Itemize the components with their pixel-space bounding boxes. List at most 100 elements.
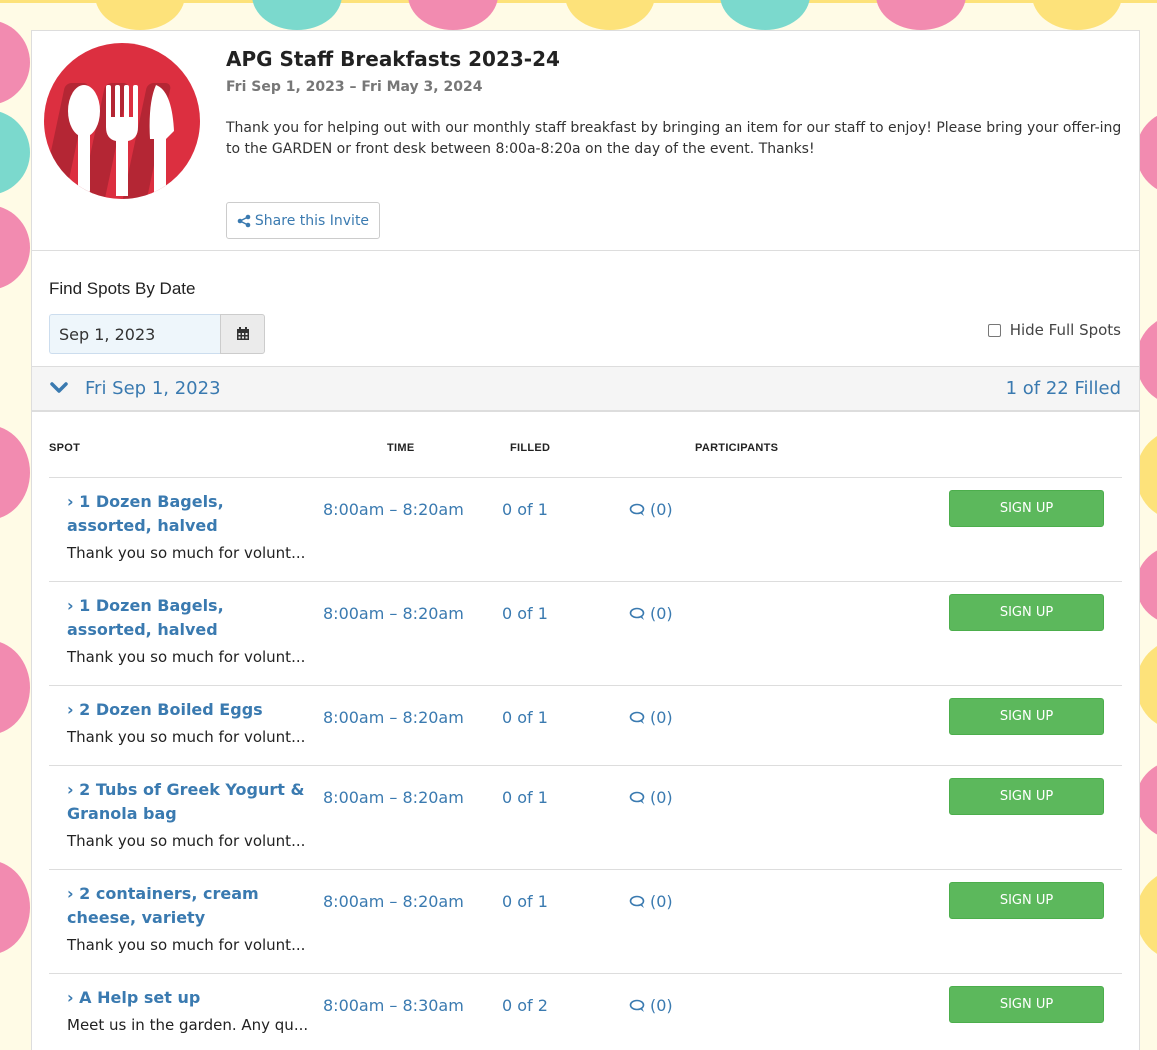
- share-invite-button[interactable]: Share this Invite: [226, 202, 380, 239]
- sign-up-button[interactable]: SIGN UP: [949, 490, 1104, 527]
- background-dot: [0, 425, 30, 520]
- comments-link[interactable]: (0): [629, 708, 673, 727]
- spot-time: 8:00am – 8:20am: [323, 500, 464, 519]
- spot-name-text: 1 Dozen Bagels, assorted, halved: [67, 596, 224, 639]
- spot-description: Thank you so much for volunt...: [67, 648, 306, 666]
- spot-filled: 0 of 1: [502, 500, 548, 519]
- column-header-spot: SPOT: [49, 442, 81, 454]
- table-row: › 2 Tubs of Greek Yogurt & Granola bag T…: [49, 765, 1122, 869]
- spot-time: 8:00am – 8:20am: [323, 604, 464, 623]
- comment-icon: [629, 607, 645, 620]
- table-row: › A Help set up Meet us in the garden. A…: [49, 973, 1122, 1050]
- comments-count: (0): [650, 996, 673, 1015]
- sign-up-button[interactable]: SIGN UP: [949, 698, 1104, 735]
- table-row: › 1 Dozen Bagels, assorted, halved Thank…: [49, 477, 1122, 581]
- comment-icon: [629, 711, 645, 724]
- spot-time: 8:00am – 8:20am: [323, 892, 464, 911]
- chevron-right-icon: ›: [67, 780, 74, 799]
- calendar-button[interactable]: [220, 314, 265, 354]
- chevron-right-icon: ›: [67, 596, 74, 615]
- background-dot: [252, 0, 342, 30]
- signup-card: APG Staff Breakfasts 2023-24 Fri Sep 1, …: [31, 30, 1140, 1050]
- comments-count: (0): [650, 892, 673, 911]
- fork-knife-spoon-icon: [44, 43, 200, 199]
- comments-link[interactable]: (0): [629, 892, 673, 911]
- spot-description: Thank you so much for volunt...: [67, 936, 306, 954]
- table-row: › 2 Dozen Boiled Eggs Thank you so much …: [49, 685, 1122, 765]
- background-dot: [0, 205, 30, 290]
- find-spots-label: Find Spots By Date: [49, 279, 196, 298]
- comments-link[interactable]: (0): [629, 788, 673, 807]
- spot-name-link[interactable]: › 2 containers, cream cheese, variety: [67, 882, 297, 930]
- column-header-participants: PARTICIPANTS: [695, 442, 779, 454]
- sign-up-button[interactable]: SIGN UP: [949, 986, 1104, 1023]
- spot-filled: 0 of 1: [502, 788, 548, 807]
- background-dot: [720, 0, 810, 30]
- chevron-right-icon: ›: [67, 492, 74, 511]
- background-dot: [876, 0, 966, 30]
- sign-up-button[interactable]: SIGN UP: [949, 594, 1104, 631]
- spot-description: Thank you so much for volunt...: [67, 832, 306, 850]
- spot-filled: 0 of 1: [502, 708, 548, 727]
- share-invite-label: Share this Invite: [254, 212, 370, 229]
- date-input[interactable]: Sep 1, 2023: [49, 314, 220, 354]
- spot-time: 8:00am – 8:20am: [323, 788, 464, 807]
- event-header: APG Staff Breakfasts 2023-24 Fri Sep 1, …: [32, 31, 1139, 251]
- comments-count: (0): [650, 708, 673, 727]
- spot-name-text: 2 Dozen Boiled Eggs: [79, 700, 263, 719]
- day-group-header[interactable]: Fri Sep 1, 2023 1 of 22 Filled: [32, 366, 1139, 412]
- spot-name-link[interactable]: › 1 Dozen Bagels, assorted, halved: [67, 594, 307, 642]
- comment-icon: [629, 999, 645, 1012]
- background-dot: [0, 640, 30, 735]
- spot-filled: 0 of 1: [502, 604, 548, 623]
- comment-icon: [629, 791, 645, 804]
- table-row: › 2 containers, cream cheese, variety Th…: [49, 869, 1122, 973]
- comments-link[interactable]: (0): [629, 500, 673, 519]
- spot-filled: 0 of 2: [502, 996, 548, 1015]
- hide-full-label: Hide Full Spots: [1009, 321, 1121, 339]
- hide-full-checkbox[interactable]: [987, 323, 1001, 337]
- comments-link[interactable]: (0): [629, 604, 673, 623]
- hide-full-spots-toggle[interactable]: Hide Full Spots: [987, 321, 1121, 339]
- spot-name-text: 2 Tubs of Greek Yogurt & Granola bag: [67, 780, 305, 823]
- calendar-icon: [236, 327, 249, 340]
- spot-description: Meet us in the garden. Any qu...: [67, 1016, 309, 1034]
- background-dot: [565, 0, 655, 30]
- comments-count: (0): [650, 788, 673, 807]
- sign-up-button[interactable]: SIGN UP: [949, 778, 1104, 815]
- chevron-right-icon: ›: [67, 988, 74, 1007]
- chevron-down-icon: [50, 382, 68, 393]
- sign-up-button[interactable]: SIGN UP: [949, 882, 1104, 919]
- spot-description: Thank you so much for volunt...: [67, 728, 306, 746]
- spot-name-link[interactable]: › 1 Dozen Bagels, assorted, halved: [67, 490, 307, 538]
- share-icon: [237, 214, 251, 227]
- spot-name-link[interactable]: › 2 Tubs of Greek Yogurt & Granola bag: [67, 778, 307, 826]
- spots-table: › 1 Dozen Bagels, assorted, halved Thank…: [49, 477, 1122, 1050]
- chevron-right-icon: ›: [67, 884, 74, 903]
- day-filled-count: 1 of 22 Filled: [1005, 378, 1121, 399]
- background-dot: [0, 860, 30, 955]
- spot-description: Thank you so much for volunt...: [67, 544, 306, 562]
- spot-time: 8:00am – 8:20am: [323, 708, 464, 727]
- background-dot: [95, 0, 185, 30]
- background-dot: [408, 0, 498, 30]
- table-row: › 1 Dozen Bagels, assorted, halved Thank…: [49, 581, 1122, 685]
- column-header-time: TIME: [387, 442, 415, 454]
- spot-name-text: 2 containers, cream cheese, variety: [67, 884, 259, 927]
- spot-time: 8:00am – 8:30am: [323, 996, 464, 1015]
- spot-name-text: A Help set up: [79, 988, 201, 1007]
- spot-name-text: 1 Dozen Bagels, assorted, halved: [67, 492, 224, 535]
- comment-icon: [629, 895, 645, 908]
- comment-icon: [629, 503, 645, 516]
- spot-name-link[interactable]: › 2 Dozen Boiled Eggs: [67, 698, 367, 722]
- background-dot: [0, 110, 30, 195]
- comments-count: (0): [650, 500, 673, 519]
- event-title: APG Staff Breakfasts 2023-24: [226, 47, 560, 71]
- event-dates: Fri Sep 1, 2023 – Fri May 3, 2024: [226, 79, 483, 95]
- background-dot: [0, 20, 30, 105]
- background-dot: [1032, 0, 1122, 30]
- comments-link[interactable]: (0): [629, 996, 673, 1015]
- day-label: Fri Sep 1, 2023: [85, 378, 221, 399]
- spot-name-link[interactable]: › A Help set up: [67, 986, 367, 1010]
- column-header-filled: FILLED: [510, 442, 551, 454]
